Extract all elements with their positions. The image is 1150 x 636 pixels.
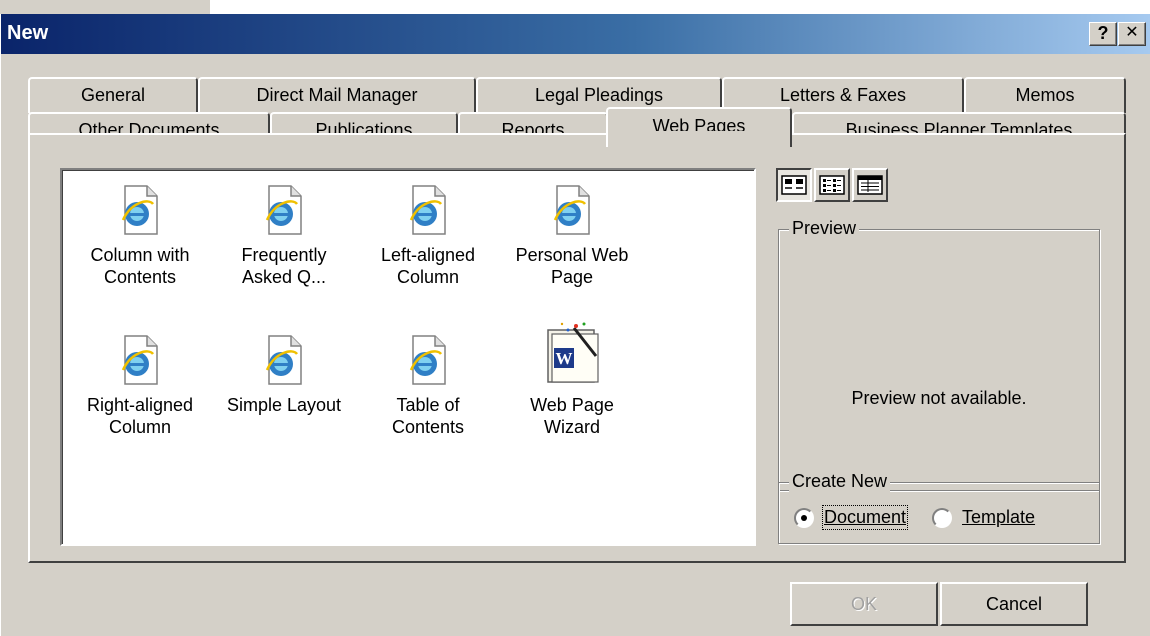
preview-label: Preview [789, 218, 860, 239]
template-list[interactable]: Column with Contents Frequently Asked Q.… [60, 168, 756, 546]
template-label: Column with [90, 245, 190, 265]
ie-document-icon [409, 185, 446, 235]
window-title: New [7, 22, 49, 44]
title-bar[interactable]: New ? ✕ [1, 14, 1150, 54]
template-frequently-asked[interactable]: Frequently Asked Q... [214, 184, 354, 288]
svg-text:W: W [556, 349, 573, 368]
document-radio[interactable] [794, 508, 814, 528]
template-table-of-contents[interactable]: Table of Contents [358, 334, 498, 438]
template-simple-layout[interactable]: Simple Layout [214, 334, 354, 416]
close-button[interactable]: ✕ [1118, 22, 1146, 46]
ie-document-icon [409, 335, 446, 385]
template-label: Wizard [543, 417, 600, 437]
document-radio-label[interactable]: Document [821, 505, 909, 530]
template-radio[interactable] [932, 508, 952, 528]
preview-message: Preview not available. [851, 388, 1027, 408]
list-view-button[interactable] [814, 168, 850, 202]
template-label: Right-aligned [86, 395, 194, 415]
template-label: Asked Q... [241, 267, 327, 287]
template-label: Page [550, 267, 594, 287]
ok-button[interactable]: OK [790, 582, 938, 626]
template-label: Left-aligned [380, 245, 476, 265]
template-label: Web Page [530, 395, 614, 415]
list-view-icon [819, 175, 845, 195]
template-label: Personal Web [515, 245, 629, 265]
tab-general[interactable]: General [28, 77, 198, 113]
ie-document-icon [553, 185, 590, 235]
ie-document-icon [121, 185, 158, 235]
tab-direct-mail-manager[interactable]: Direct Mail Manager [198, 77, 476, 113]
active-tab-join [608, 131, 790, 137]
preview-group [778, 229, 1100, 491]
ie-document-icon [121, 335, 158, 385]
template-label: Contents [103, 267, 177, 287]
template-label: Column [108, 417, 172, 437]
template-label: Simple Layout [226, 395, 342, 415]
background-strip [0, 0, 210, 14]
details-view-button[interactable] [852, 168, 888, 202]
ie-document-icon [265, 335, 302, 385]
large-icons-view-icon [781, 175, 807, 195]
tab-web-pages[interactable]: Web Pages [606, 107, 792, 147]
template-right-aligned-column[interactable]: Right-aligned Column [70, 334, 210, 438]
template-radio-label[interactable]: Template [962, 507, 1035, 528]
template-label: Table of [396, 395, 460, 415]
cancel-button[interactable]: Cancel [940, 582, 1088, 626]
word-wizard-icon: W [547, 322, 599, 383]
create-new-label: Create New [789, 471, 891, 492]
ie-document-icon [265, 185, 302, 235]
template-left-aligned-column[interactable]: Left-aligned Column [358, 184, 498, 288]
tab-memos[interactable]: Memos [964, 77, 1126, 113]
large-icons-view-button[interactable] [776, 168, 812, 202]
template-web-page-wizard[interactable]: W Web Page Wizard [502, 320, 642, 438]
template-label: Frequently [241, 245, 327, 265]
help-button[interactable]: ? [1089, 22, 1117, 46]
template-label: Column [396, 267, 460, 287]
details-view-icon [857, 175, 883, 195]
template-personal-web-page[interactable]: Personal Web Page [502, 184, 642, 288]
template-label: Contents [391, 417, 465, 437]
template-column-with-contents[interactable]: Column with Contents [70, 184, 210, 288]
radio-selected-dot [801, 515, 807, 521]
